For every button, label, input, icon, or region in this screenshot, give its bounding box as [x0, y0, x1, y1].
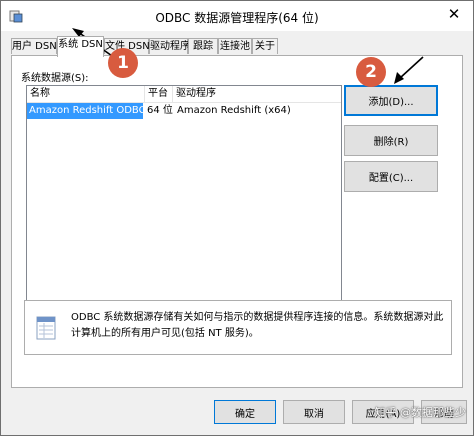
system-data-sources-label: 系统数据源(S):	[21, 73, 89, 84]
list-header: 名称 平台 驱动程序	[27, 86, 341, 103]
title-bar: ODBC 数据源管理程序(64 位) ✕	[1, 1, 473, 31]
column-header-platform[interactable]: 平台	[145, 86, 173, 102]
ok-button[interactable]: 确定	[214, 400, 276, 424]
close-button[interactable]: ✕	[441, 3, 467, 25]
step-badge-1: 1	[108, 48, 138, 78]
tab-about[interactable]: 关于	[252, 38, 278, 54]
data-source-icon	[36, 316, 56, 340]
row-platform-cell: 64 位	[147, 105, 173, 116]
tab-user-dsn[interactable]: 用户 DSN	[11, 38, 57, 54]
add-button[interactable]: 添加(D)...	[344, 85, 438, 116]
tab-connection-pooling[interactable]: 连接池	[218, 38, 252, 54]
tab-tracing[interactable]: 跟踪	[188, 38, 218, 54]
column-header-name[interactable]: 名称	[27, 86, 145, 102]
info-description: ODBC 系统数据源存储有关如何与指示的数据提供程序连接的信息。系统数据源对此计…	[71, 312, 444, 339]
tab-drivers[interactable]: 驱动程序	[149, 38, 190, 54]
tab-system-dsn[interactable]: 系统 DSN	[57, 36, 104, 57]
odbc-dialog: ODBC 数据源管理程序(64 位) ✕ 用户 DSN 系统 DSN 文件 DS…	[0, 0, 474, 436]
system-dsn-panel: 系统数据源(S): 名称 平台 驱动程序 Amazon Redshift ODB…	[11, 55, 463, 388]
window-title: ODBC 数据源管理程序(64 位)	[155, 11, 319, 25]
close-icon: ✕	[447, 5, 461, 23]
remove-button[interactable]: 删除(R)	[344, 125, 438, 156]
row-driver-cell: Amazon Redshift (x64)	[177, 105, 291, 116]
step-badge-2: 2	[356, 57, 386, 87]
cancel-button[interactable]: 取消	[283, 400, 345, 424]
watermark-text: 知乎 @数据那些少	[374, 406, 467, 419]
row-name-cell: Amazon Redshift ODBC DSN	[27, 103, 143, 119]
info-box: ODBC 系统数据源存储有关如何与指示的数据提供程序连接的信息。系统数据源对此计…	[24, 300, 452, 355]
configure-button[interactable]: 配置(C)...	[344, 161, 438, 192]
table-row[interactable]: Amazon Redshift ODBC DSN 64 位 Amazon Red…	[27, 103, 341, 119]
column-header-driver[interactable]: 驱动程序	[173, 86, 341, 102]
